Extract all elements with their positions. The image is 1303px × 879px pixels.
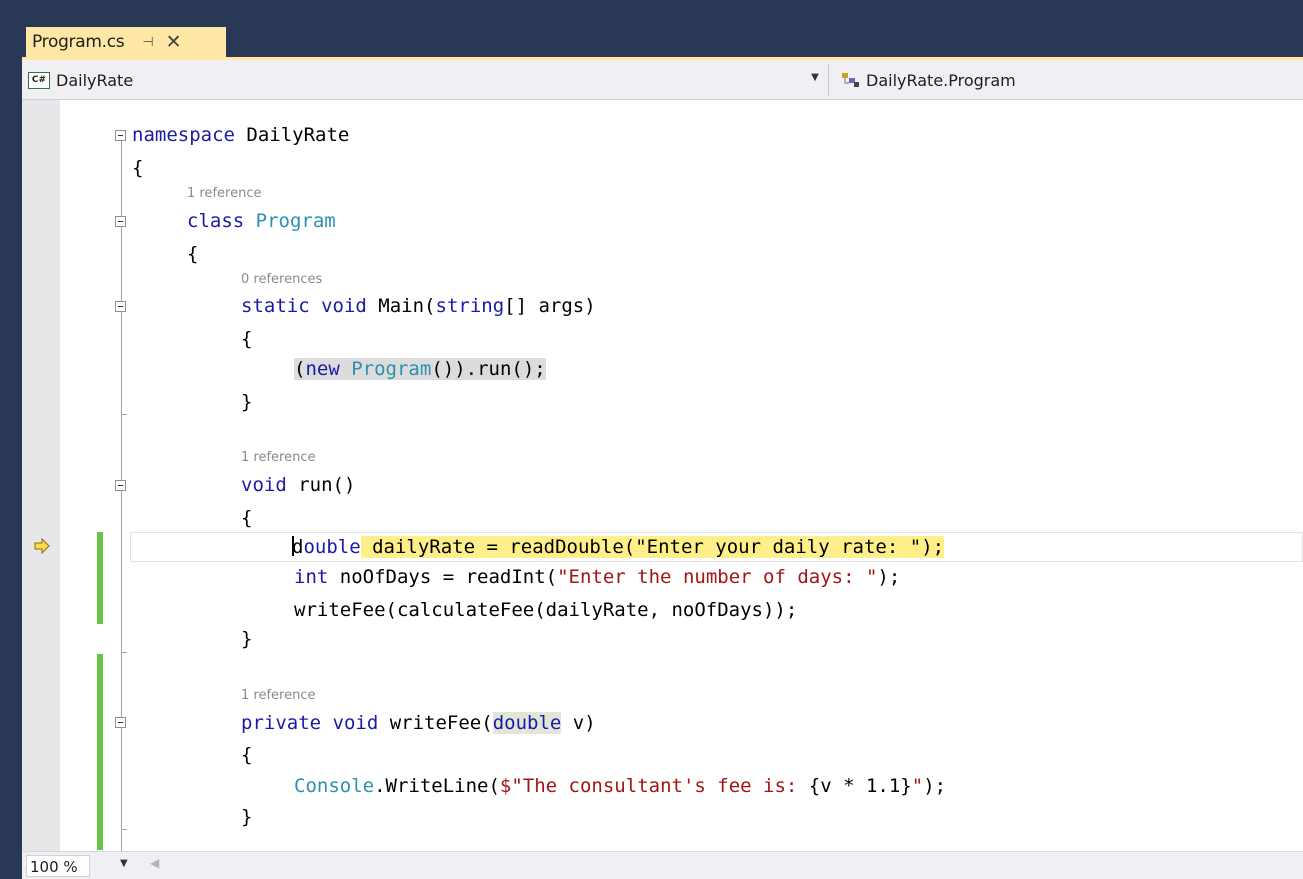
codelens-references[interactable]: 1 reference	[187, 186, 261, 202]
outline-tick	[121, 414, 127, 415]
outline-tick	[121, 652, 127, 653]
project-dropdown[interactable]: C# DailyRate	[28, 67, 828, 93]
csharp-project-icon: C#	[28, 71, 50, 89]
zoom-level-field[interactable]: 100 %	[26, 855, 90, 877]
change-bar	[97, 532, 103, 624]
code-line-main: static void Main(string[] args)	[241, 295, 596, 317]
code-line: {	[132, 157, 144, 179]
code-line: {	[187, 243, 199, 265]
collapse-toggle-run[interactable]	[115, 480, 126, 491]
code-line-run: void run()	[241, 474, 356, 496]
collapse-toggle-main[interactable]	[115, 301, 126, 312]
codelens-references[interactable]: 1 reference	[241, 688, 315, 704]
editor-status-bar: 100 % ▼ ◀	[22, 851, 1303, 879]
tab-title: Program.cs	[32, 32, 125, 52]
code-line: {	[241, 328, 253, 350]
execution-arrow-icon	[34, 538, 50, 554]
code-line: }	[241, 391, 253, 413]
class-icon	[840, 71, 862, 89]
zoom-dropdown-arrow-icon[interactable]: ▼	[120, 858, 128, 869]
project-name: DailyRate	[56, 70, 134, 90]
chevron-down-icon[interactable]: ▼	[808, 72, 822, 88]
codelens-references[interactable]: 1 reference	[241, 450, 315, 466]
collapse-toggle-namespace[interactable]	[115, 130, 126, 141]
code-line-console-writeline: Console.WriteLine($"The consultant's fee…	[294, 775, 947, 797]
code-line-namespace: namespace DailyRate	[132, 124, 350, 146]
collapse-toggle-class[interactable]	[115, 216, 126, 227]
collapse-toggle-writefee[interactable]	[115, 717, 126, 728]
code-line-no-of-days: int noOfDays = readInt("Enter the number…	[294, 566, 901, 588]
close-icon[interactable]: ✕	[166, 32, 182, 52]
code-line-call: (new Program()).run();	[294, 358, 546, 380]
code-line-write-fee: private void writeFee(double v)	[241, 712, 596, 734]
navigation-bar: C# DailyRate ▼ DailyRate.Program	[22, 60, 1303, 100]
ide-window: Program.cs ⊣ ✕ C# DailyRate ▼ DailyRate.…	[0, 0, 1303, 879]
type-name: DailyRate.Program	[866, 70, 1016, 90]
code-line-write-fee-call: writeFee(calculateFee(dailyRate, noOfDay…	[294, 599, 798, 621]
code-line: {	[241, 507, 253, 529]
code-line-class: class Program	[187, 210, 336, 232]
code-line-daily-rate: double dailyRate = readDouble("Enter you…	[292, 536, 945, 558]
pin-icon[interactable]: ⊣	[142, 35, 153, 50]
outline-guide	[121, 140, 122, 851]
code-line: }	[241, 628, 253, 650]
outline-tick	[121, 829, 127, 830]
scroll-left-arrow-icon[interactable]: ◀	[150, 856, 159, 870]
nav-divider	[828, 64, 829, 96]
title-strip	[0, 0, 1303, 26]
code-line: {	[241, 744, 253, 766]
left-border	[0, 0, 22, 879]
type-dropdown[interactable]: DailyRate.Program	[840, 67, 1280, 93]
indicator-margin[interactable]	[22, 100, 60, 851]
change-bar	[97, 654, 103, 850]
code-line: }	[241, 806, 253, 828]
tab-program-cs[interactable]: Program.cs ⊣ ✕	[26, 27, 226, 57]
codelens-references[interactable]: 0 references	[241, 272, 322, 288]
